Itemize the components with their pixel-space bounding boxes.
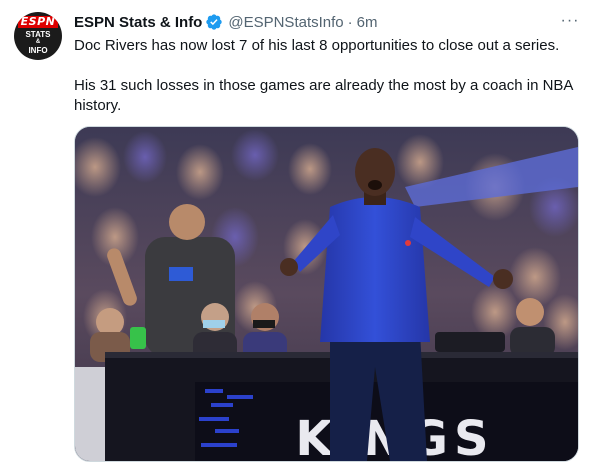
photo-courtside-coach: KINGS xyxy=(75,127,578,461)
tweet-header: ESPN Stats & Info @ESPNStatsInfo · 6m xyxy=(74,12,377,32)
avatar-brand: ESPN xyxy=(17,15,59,28)
display-name[interactable]: ESPN Stats & Info xyxy=(74,14,202,31)
verified-badge-icon xyxy=(206,14,223,30)
avatar-text-info: INFO xyxy=(28,45,48,55)
user-handle[interactable]: @ESPNStatsInfo xyxy=(228,14,343,31)
timestamp-link[interactable]: 6m xyxy=(357,14,378,31)
avatar-text-amp: & xyxy=(35,38,41,45)
avatar[interactable]: ESPN STATS & INFO xyxy=(14,12,62,60)
avatar-text-stats: STATS xyxy=(25,29,51,39)
separator-dot: · xyxy=(347,13,353,31)
tweet-media-photo[interactable]: KINGS xyxy=(74,126,579,462)
tweet-text: Doc Rivers has now lost 7 of his last 8 … xyxy=(74,36,574,116)
tweet-paragraph-2: His 31 such losses in those games are al… xyxy=(74,77,573,114)
tweet-paragraph-1: Doc Rivers has now lost 7 of his last 8 … xyxy=(74,37,560,54)
tweet-card[interactable]: ESPN STATS & INFO ESPN Stats & Info @ESP… xyxy=(0,0,595,469)
more-horizontal-icon[interactable]: ··· xyxy=(559,10,581,32)
